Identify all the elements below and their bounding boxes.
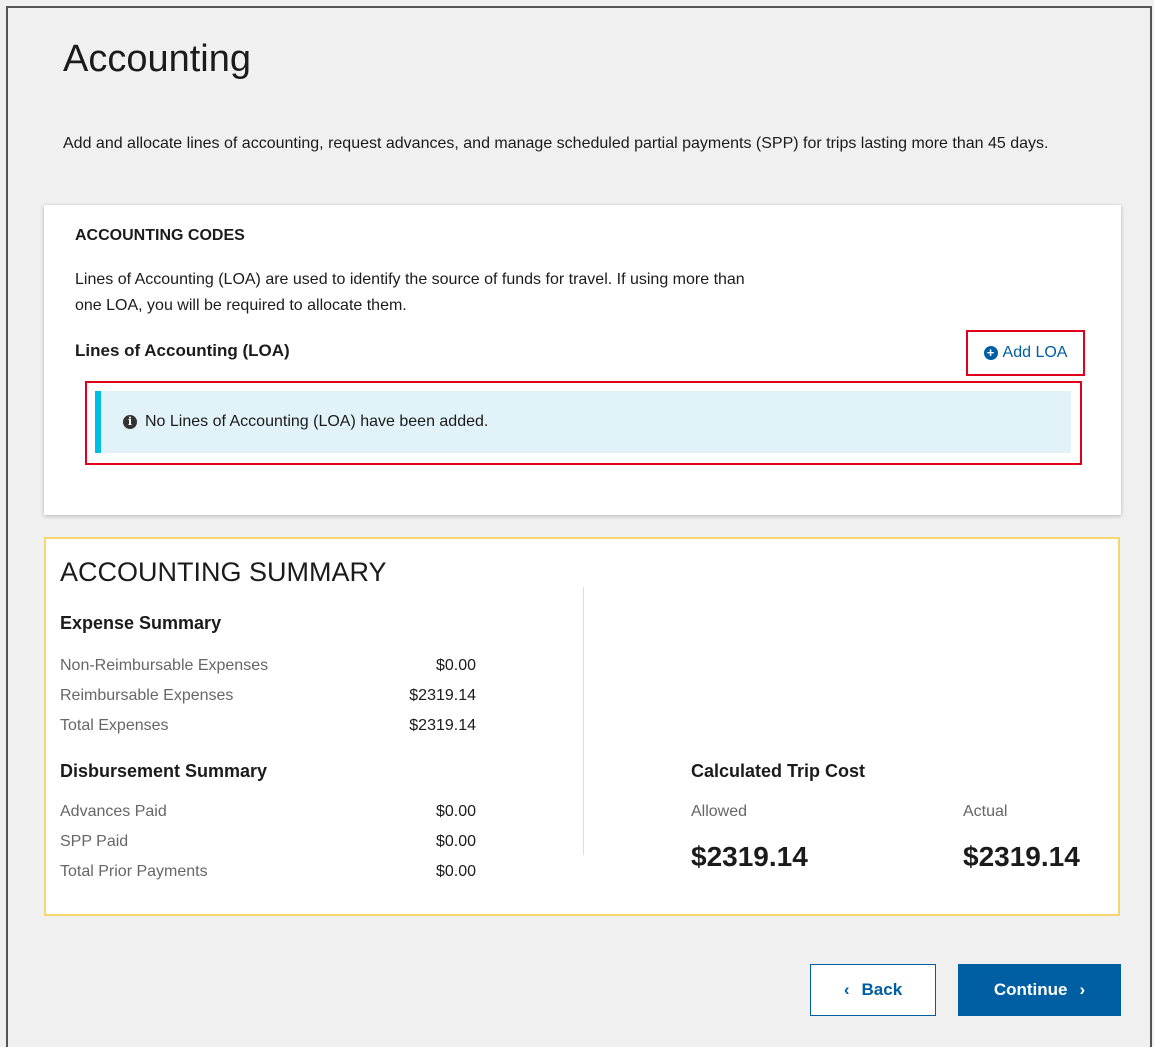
- accounting-summary-heading: ACCOUNTING SUMMARY: [60, 557, 387, 587]
- expense-row: Total Expenses $2319.14: [60, 717, 476, 735]
- trip-cost-heading: Calculated Trip Cost: [691, 761, 866, 781]
- back-label: Back: [861, 980, 903, 999]
- loa-empty-highlight: i No Lines of Accounting (LOA) have been…: [85, 381, 1082, 465]
- expense-summary-heading: Expense Summary: [60, 613, 222, 633]
- accounting-codes-card: ACCOUNTING CODES Lines of Accounting (LO…: [44, 205, 1121, 515]
- expense-amount: $2319.14: [409, 717, 476, 734]
- loa-heading: Lines of Accounting (LOA): [75, 341, 290, 360]
- accounting-codes-description: Lines of Accounting (LOA) are used to id…: [75, 271, 745, 314]
- summary-divider: [583, 587, 584, 855]
- plus-circle-icon: +: [983, 346, 998, 360]
- expense-row: Non-Reimbursable Expenses $0.00: [60, 657, 476, 675]
- loa-empty-alert: i No Lines of Accounting (LOA) have been…: [95, 391, 1071, 453]
- accounting-codes-heading: ACCOUNTING CODES: [75, 227, 245, 244]
- add-loa-button[interactable]: + Add LOA: [966, 330, 1085, 376]
- disbursement-amount: $0.00: [435, 863, 476, 880]
- disbursement-amount: $0.00: [435, 803, 476, 820]
- add-loa-label: Add LOA: [1002, 344, 1068, 361]
- disbursement-row: Total Prior Payments $0.00: [60, 863, 476, 881]
- continue-label: Continue: [993, 980, 1068, 999]
- disbursement-amount: $0.00: [435, 833, 476, 850]
- page-intro: Add and allocate lines of accounting, re…: [63, 135, 1049, 152]
- chevron-right-icon: ›: [1079, 980, 1086, 999]
- disbursement-label: SPP Paid: [60, 833, 129, 850]
- continue-button[interactable]: Continue ›: [958, 964, 1121, 1016]
- loa-empty-message: No Lines of Accounting (LOA) have been a…: [145, 413, 489, 430]
- expense-label: Reimbursable Expenses: [60, 687, 234, 704]
- disbursement-summary-heading: Disbursement Summary: [60, 761, 268, 781]
- disbursement-label: Total Prior Payments: [60, 863, 208, 880]
- allowed-label: Allowed: [691, 803, 748, 820]
- back-button[interactable]: ‹ Back: [810, 964, 936, 1016]
- disbursement-row: SPP Paid $0.00: [60, 833, 476, 851]
- actual-value: $2319.14: [963, 841, 1080, 872]
- chevron-left-icon: ‹: [843, 980, 850, 999]
- allowed-value: $2319.14: [691, 841, 808, 872]
- actual-label: Actual: [963, 803, 1008, 820]
- expense-amount: $0.00: [435, 657, 476, 674]
- expense-label: Non-Reimbursable Expenses: [60, 657, 269, 674]
- accounting-summary-card: ACCOUNTING SUMMARY Expense Summary Non-R…: [44, 537, 1120, 916]
- expense-row: Reimbursable Expenses $2319.14: [60, 687, 476, 705]
- expense-amount: $2319.14: [409, 687, 476, 704]
- disbursement-label: Advances Paid: [60, 803, 167, 820]
- page-title: Accounting: [63, 38, 252, 80]
- info-circle-icon: i: [123, 415, 137, 429]
- expense-label: Total Expenses: [60, 717, 169, 734]
- disbursement-row: Advances Paid $0.00: [60, 803, 476, 821]
